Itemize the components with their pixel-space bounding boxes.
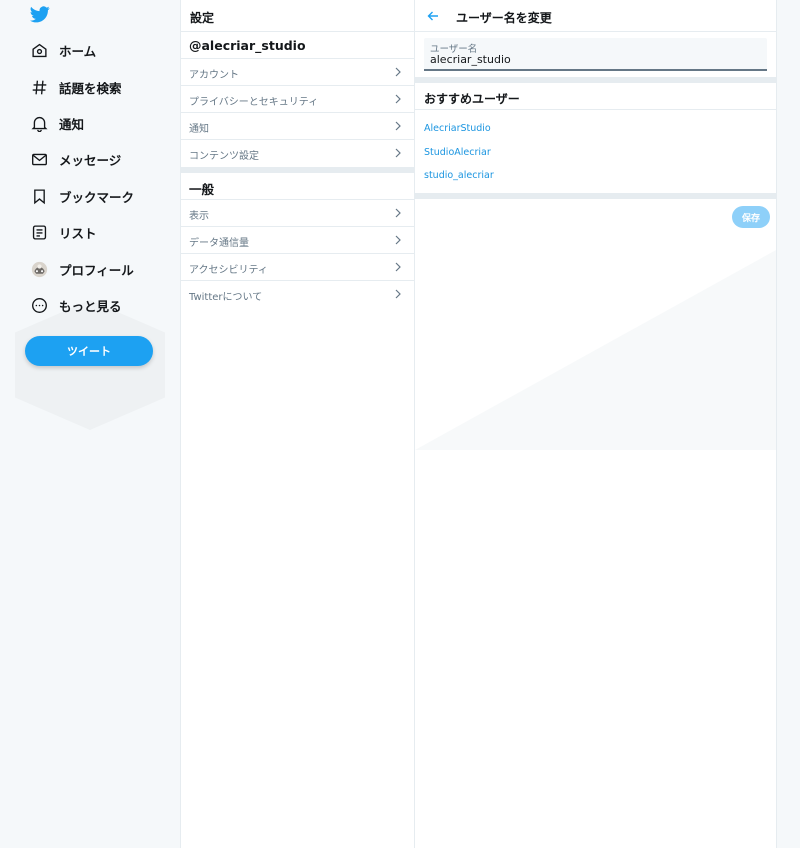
settings-item-label: 通知	[189, 124, 209, 135]
settings-item-accessibility[interactable]: アクセシビリティ	[181, 254, 414, 281]
home-icon	[30, 41, 48, 59]
suggestions-header: おすすめユーザー	[424, 92, 520, 106]
general-section-header: 一般	[181, 173, 414, 200]
settings-item-label: 表示	[189, 211, 209, 222]
settings-title: 設定	[181, 0, 414, 32]
section-separator	[415, 77, 776, 83]
panel-header: ユーザー名を変更	[415, 0, 776, 32]
chevron-right-icon	[394, 148, 402, 158]
settings-item-privacy[interactable]: プライバシーとセキュリティ	[181, 86, 414, 113]
decorative-shape	[415, 250, 776, 450]
chevron-right-icon	[394, 289, 402, 299]
settings-item-data-usage[interactable]: データ通信量	[181, 227, 414, 254]
settings-item-content[interactable]: コンテンツ設定	[181, 140, 414, 167]
twitter-settings-page: ホーム 話題を検索 通知 メッセージ ブックマーク リスト プロフィール もっと…	[0, 0, 800, 848]
nav-label: リスト	[59, 225, 97, 241]
nav-label: 話題を検索	[59, 80, 122, 96]
settings-item-display[interactable]: 表示	[181, 200, 414, 227]
envelope-icon	[30, 150, 48, 168]
change-username-panel: ユーザー名を変更 ユーザー名 おすすめユーザー AlecriarStudio S…	[415, 0, 776, 848]
suggested-username[interactable]: studio_alecriar	[424, 170, 494, 181]
save-button[interactable]: 保存	[732, 206, 770, 228]
username-field[interactable]: ユーザー名	[424, 38, 767, 71]
bell-icon	[30, 114, 48, 132]
nav-label: メッセージ	[59, 152, 122, 168]
settings-item-label: コンテンツ設定	[189, 151, 259, 162]
nav-item-lists[interactable]: リスト	[30, 220, 97, 244]
nav-item-profile[interactable]: プロフィール	[30, 257, 134, 281]
suggested-username[interactable]: StudioAlecriar	[424, 147, 491, 158]
nav-item-home[interactable]: ホーム	[30, 38, 96, 62]
twitter-bird-icon[interactable]	[30, 6, 50, 26]
nav-label: プロフィール	[59, 262, 134, 278]
chevron-right-icon	[394, 94, 402, 104]
nav-item-explore[interactable]: 話題を検索	[30, 75, 122, 99]
settings-column: 設定 @alecriar_studio アカウント プライバシーとセキュリティ …	[180, 0, 415, 848]
nav-item-messages[interactable]: メッセージ	[30, 147, 121, 171]
settings-item-notifications[interactable]: 通知	[181, 113, 414, 140]
settings-item-label: プライバシーとセキュリティ	[189, 97, 319, 108]
settings-item-account[interactable]: アカウント	[181, 59, 414, 86]
avatar-icon	[30, 260, 48, 278]
chevron-right-icon	[394, 67, 402, 77]
settings-item-label: Twitterについて	[189, 292, 263, 303]
nav-label: ホーム	[59, 43, 97, 59]
settings-item-label: データ通信量	[189, 238, 249, 249]
back-arrow-icon[interactable]	[427, 10, 439, 22]
nav-label: ブックマーク	[59, 189, 135, 205]
account-handle: @alecriar_studio	[181, 32, 414, 59]
settings-item-label: アカウント	[189, 70, 239, 81]
nav-item-more[interactable]: もっと見る	[30, 293, 122, 317]
bookmark-icon	[30, 187, 48, 205]
suggested-username[interactable]: AlecriarStudio	[424, 123, 491, 134]
nav-item-bookmarks[interactable]: ブックマーク	[30, 184, 134, 208]
scrollbar-gutter[interactable]	[776, 0, 800, 848]
chevron-right-icon	[394, 235, 402, 245]
nav-label: 通知	[59, 116, 85, 132]
panel-title: ユーザー名を変更	[456, 11, 552, 25]
chevron-right-icon	[394, 262, 402, 272]
primary-nav: ホーム 話題を検索 通知 メッセージ ブックマーク リスト プロフィール もっと…	[0, 0, 180, 848]
hashtag-icon	[30, 78, 48, 96]
username-input[interactable]	[430, 53, 750, 66]
more-icon	[30, 296, 48, 314]
divider	[415, 109, 776, 110]
nav-label: もっと見る	[59, 298, 122, 314]
chevron-right-icon	[394, 121, 402, 131]
tweet-button[interactable]: ツイート	[25, 336, 153, 366]
settings-item-about[interactable]: Twitterについて	[181, 281, 414, 308]
nav-item-notifications[interactable]: 通知	[30, 111, 84, 135]
chevron-right-icon	[394, 208, 402, 218]
settings-item-label: アクセシビリティ	[189, 265, 268, 276]
list-icon	[30, 223, 48, 241]
section-separator	[415, 193, 776, 199]
